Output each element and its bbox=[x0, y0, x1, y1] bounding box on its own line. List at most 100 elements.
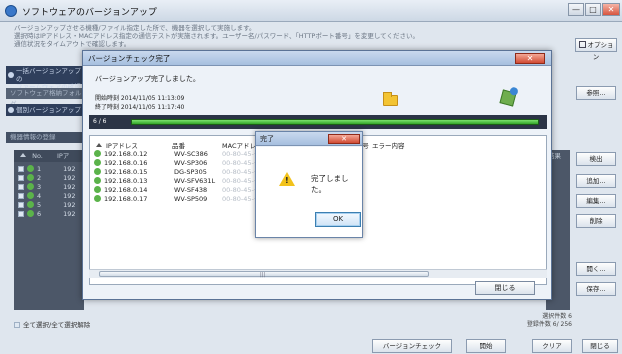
close-window-button[interactable]: ✕ bbox=[602, 3, 620, 16]
msgbox-text: 完了しました。 bbox=[311, 174, 349, 194]
open-button[interactable]: 開く... bbox=[576, 262, 616, 276]
dialog-title: バージョンチェック完了 bbox=[83, 51, 551, 66]
select-all-label: 全て選択/全て選択解除 bbox=[23, 321, 91, 329]
column-ip: IPア bbox=[56, 152, 70, 160]
section-label: 個別バージョンアップ bbox=[16, 106, 81, 114]
list-item[interactable]: 4 192 bbox=[18, 192, 76, 200]
options-icon bbox=[578, 41, 586, 48]
add-button[interactable]: 追加... bbox=[576, 174, 616, 188]
dialog-close-icon[interactable]: ✕ bbox=[515, 53, 545, 64]
instructions: バージョンアップさせる機種/ファイル指定した所で、機器を選択して実施します。 選… bbox=[14, 24, 574, 48]
ok-status-icon bbox=[94, 159, 101, 166]
cell-ip: 192.168.0.15 bbox=[104, 168, 148, 176]
checkbox-icon[interactable] bbox=[14, 322, 20, 328]
column-no: No. bbox=[32, 152, 43, 160]
header-model[interactable]: 品番 bbox=[172, 140, 185, 150]
update-package-icon bbox=[499, 89, 517, 107]
cell-mac: 00-80-45-·· bbox=[222, 150, 258, 158]
device-list-header: No. IPア bbox=[14, 150, 84, 162]
progress-area: 6 / 6 bbox=[89, 115, 547, 129]
close-button[interactable]: 閉じる bbox=[582, 339, 618, 353]
list-item[interactable]: 3 192 bbox=[18, 183, 76, 191]
list-item[interactable]: 2 192 bbox=[18, 174, 76, 182]
maximize-button[interactable]: □ bbox=[585, 3, 601, 16]
cell-ip: 192.168.0.16 bbox=[104, 159, 148, 167]
checkbox-icon[interactable] bbox=[18, 202, 24, 208]
instruction-line: 選択時はIPアドレス・MACアドレス指定の通信テストが実施されます。ユーザー名/… bbox=[14, 32, 419, 40]
options-label: オプション bbox=[587, 41, 614, 61]
save-button[interactable]: 保存... bbox=[576, 282, 616, 296]
count-summary: 選択件数 6 登録件数 6/ 256 bbox=[500, 313, 572, 329]
progress-fill bbox=[132, 120, 538, 124]
delete-button[interactable]: 削除 bbox=[576, 214, 616, 228]
dialog-message: バージョンアップ完了しました。 bbox=[95, 75, 200, 83]
ok-status-icon bbox=[27, 210, 34, 217]
ok-button[interactable]: OK bbox=[315, 212, 361, 227]
checkbox-icon[interactable] bbox=[18, 166, 24, 172]
row-no: 2 bbox=[37, 174, 42, 182]
start-time: 開始時刻 2014/11/05 11:13:09 bbox=[95, 95, 185, 102]
select-all-toggle[interactable]: 全て選択/全て選択解除 bbox=[14, 319, 90, 329]
cell-ip: 192.168.0.13 bbox=[104, 177, 148, 185]
cell-mac: 00-80-45-·· bbox=[222, 177, 258, 185]
instruction-line: 通信状況をタイムアウトで確認します。 bbox=[14, 40, 131, 48]
header-label: IPアドレス bbox=[106, 142, 138, 150]
cell-mac: 00-80-45-·· bbox=[222, 159, 258, 167]
instruction-line: バージョンアップさせる機種/ファイル指定した所で、機器を選択して実施します。 bbox=[14, 24, 256, 32]
ok-status-icon bbox=[27, 192, 34, 199]
progress-label: 6 / 6 bbox=[93, 118, 107, 125]
minimize-button[interactable]: — bbox=[568, 3, 584, 16]
detect-button[interactable]: 検出 bbox=[576, 152, 616, 166]
checkbox-icon[interactable] bbox=[18, 184, 24, 190]
horizontal-scrollbar[interactable]: ||| bbox=[89, 269, 547, 278]
row-ip: 192 bbox=[63, 210, 76, 218]
dialog-close-button[interactable]: 閉じる bbox=[475, 281, 535, 295]
row-ip: 192 bbox=[63, 174, 76, 182]
clear-button[interactable]: クリア bbox=[532, 339, 572, 353]
cell-model: WV-SC386 bbox=[174, 150, 208, 158]
cell-ip: 192.168.0.12 bbox=[104, 150, 148, 158]
registered-count: 登録件数 6/ 256 bbox=[526, 321, 572, 328]
ok-status-icon bbox=[94, 186, 101, 193]
start-button[interactable]: 開始 bbox=[466, 339, 506, 353]
ok-status-icon bbox=[94, 150, 101, 157]
list-item[interactable]: 5 192 bbox=[18, 201, 76, 209]
ok-status-icon bbox=[94, 177, 101, 184]
checkbox-icon[interactable] bbox=[18, 211, 24, 217]
list-item[interactable]: 6 192 bbox=[18, 210, 76, 218]
cell-model: WV-SP306 bbox=[174, 159, 208, 167]
row-no: 1 bbox=[37, 165, 42, 173]
window-title: ソフトウェアのバージョンアップ bbox=[22, 8, 157, 18]
ok-status-icon bbox=[27, 174, 34, 181]
selected-count: 選択件数 6 bbox=[542, 313, 572, 320]
ok-status-icon bbox=[94, 168, 101, 175]
section-label: 一括バージョンアップの bbox=[16, 67, 81, 83]
header-error[interactable]: エラー内容 bbox=[372, 140, 405, 150]
row-no: 3 bbox=[37, 183, 42, 191]
browse-button[interactable]: 参照... bbox=[576, 86, 616, 100]
warning-mark: ! bbox=[285, 176, 289, 185]
edit-button[interactable]: 編集... bbox=[576, 194, 616, 208]
row-no: 6 bbox=[37, 210, 42, 218]
cell-mac: 00-80-45-·· bbox=[222, 195, 258, 203]
folder-icon bbox=[383, 92, 398, 106]
list-item[interactable]: 1 192 bbox=[18, 165, 76, 173]
app-icon bbox=[5, 5, 17, 17]
cell-ip: 192.168.0.14 bbox=[104, 186, 148, 194]
main-titlebar: ソフトウェアのバージョンアップ — □ ✕ bbox=[0, 0, 622, 22]
section-batch-update[interactable]: 一括バージョンアップの ファームウェアの確認 bbox=[6, 66, 86, 91]
msgbox-close-icon[interactable]: ✕ bbox=[328, 134, 360, 144]
options-button[interactable]: オプション bbox=[575, 38, 617, 61]
cell-model: WV-SF438 bbox=[174, 186, 208, 194]
version-check-button[interactable]: バージョンチェック bbox=[372, 339, 452, 353]
cell-mac: 00-80-45-·· bbox=[222, 168, 258, 176]
progress-bar bbox=[131, 119, 539, 125]
scrollbar-thumb[interactable]: ||| bbox=[99, 271, 429, 278]
checkbox-icon[interactable] bbox=[18, 175, 24, 181]
row-ip: 192 bbox=[63, 165, 76, 173]
checkbox-icon[interactable] bbox=[18, 193, 24, 199]
header-ip[interactable]: IPアドレス bbox=[96, 140, 138, 150]
ok-status-icon bbox=[27, 201, 34, 208]
row-ip: 192 bbox=[63, 192, 76, 200]
section-individual-update[interactable]: 個別バージョンアップ bbox=[6, 104, 82, 116]
